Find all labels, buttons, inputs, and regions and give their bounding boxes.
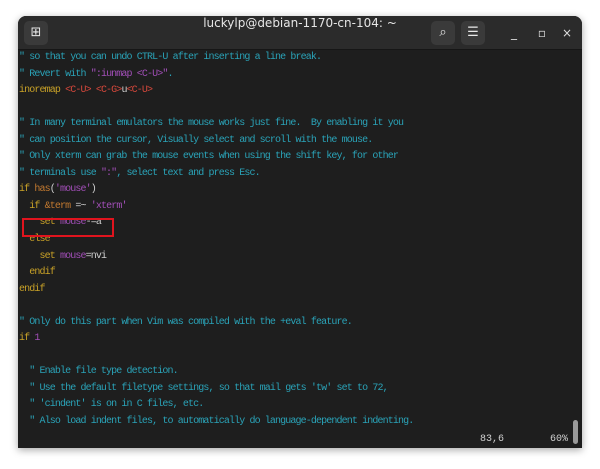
code-line: " so that you can undo CTRL-U after inse… (19, 52, 571, 69)
code-token: " so that you can undo CTRL-U after inse… (19, 52, 322, 63)
code-line: " In many terminal emulators the mouse w… (19, 118, 571, 135)
code-line: set mouse=nvi (19, 251, 571, 268)
code-token: . (167, 68, 174, 80)
search-icon: ⌕ (439, 25, 447, 40)
code-token: &term (44, 200, 76, 212)
window-title: luckylp@debian-1170-cn-104: ~ (203, 16, 397, 30)
code-token: ":" (100, 167, 117, 179)
code-token: " Also load indent files, to automatical… (19, 416, 414, 428)
code-line: " Enable file type detection. (19, 366, 571, 383)
code-line: endif (19, 284, 571, 301)
highlight-box (22, 218, 114, 237)
code-line: " Revert with ":iunmap <C-U>". (19, 69, 571, 86)
hamburger-menu-icon: ☰ (467, 25, 479, 40)
code-line: " 'cindent' is on in C files, etc. (19, 399, 571, 416)
code-token: endif (19, 283, 45, 295)
code-token: 'mouse' (54, 184, 92, 196)
code-token: " In many terminal emulators the mouse w… (19, 118, 404, 130)
terminal-window: ⊞ luckylp@debian-1170-cn-104: ~ ⌕ ☰ _ ▫ … (18, 16, 582, 448)
code-token: 1 (34, 333, 40, 345)
code-token: if (19, 333, 35, 345)
code-token: inoremap (19, 85, 66, 97)
code-line: if 1 (19, 333, 571, 350)
minimize-button[interactable]: _ (504, 21, 524, 45)
code-token: " can position the cursor, Visually sele… (19, 134, 373, 146)
scrollbar-thumb[interactable] (573, 420, 578, 444)
code-token: =nvi (85, 250, 107, 262)
code-line: " Only do this part when Vim was compile… (19, 317, 571, 334)
code-token: " Only xterm can grab the mouse events w… (19, 151, 399, 163)
code-line: inoremap <C-U> <C-G>u<C-U> (19, 85, 571, 102)
code-token: " terminals use (19, 167, 101, 179)
code-token: 'xterm' (90, 200, 128, 212)
code-token: " 'cindent' is on in C files, etc. (19, 399, 204, 411)
code-token: =~ (75, 200, 91, 212)
code-token: if (19, 200, 45, 212)
code-token: , select text and press Esc. (116, 167, 260, 179)
code-line: " can position the cursor, Visually sele… (19, 135, 571, 152)
code-line: " Use the default filetype settings, so … (19, 383, 571, 400)
scrollbar[interactable] (573, 50, 578, 444)
code-token: if (19, 184, 35, 196)
code-line: endif (19, 267, 571, 284)
menu-button[interactable]: ☰ (461, 21, 485, 45)
code-token: mouse (59, 250, 86, 262)
code-token: " Only do this part when Vim was compile… (19, 316, 353, 328)
code-token: <C-U> (126, 85, 153, 97)
code-token: " Use the default filetype settings, so … (19, 382, 388, 394)
scroll-percent: 60% (550, 434, 569, 445)
code-line: if has('mouse') (19, 184, 571, 201)
code-line: " terminals use ":", select text and pre… (19, 168, 571, 185)
header-bar: ⊞ luckylp@debian-1170-cn-104: ~ ⌕ ☰ _ ▫ … (18, 16, 582, 50)
maximize-button[interactable]: ▫ (532, 21, 552, 45)
code-token: <C-U> <C-G> (65, 85, 122, 97)
cursor-position: 83,6 (480, 434, 505, 445)
vim-editor[interactable]: " so that you can undo CTRL-U after inse… (19, 52, 571, 433)
code-token: " Enable file type detection. (19, 366, 178, 378)
code-token: ":iunmap <C-U>" (90, 68, 169, 80)
code-line: if &term =~ 'xterm' (19, 201, 571, 218)
code-line: " Only xterm can grab the mouse events w… (19, 151, 571, 168)
code-line: " Also load indent files, to automatical… (19, 416, 571, 433)
close-button[interactable]: × (557, 21, 577, 45)
code-token: endif (19, 267, 56, 279)
code-token: ) (90, 184, 97, 196)
code-token: " Revert with (19, 68, 91, 80)
code-token: has (34, 184, 50, 196)
code-token: set (19, 250, 60, 262)
search-button[interactable]: ⌕ (431, 21, 455, 45)
